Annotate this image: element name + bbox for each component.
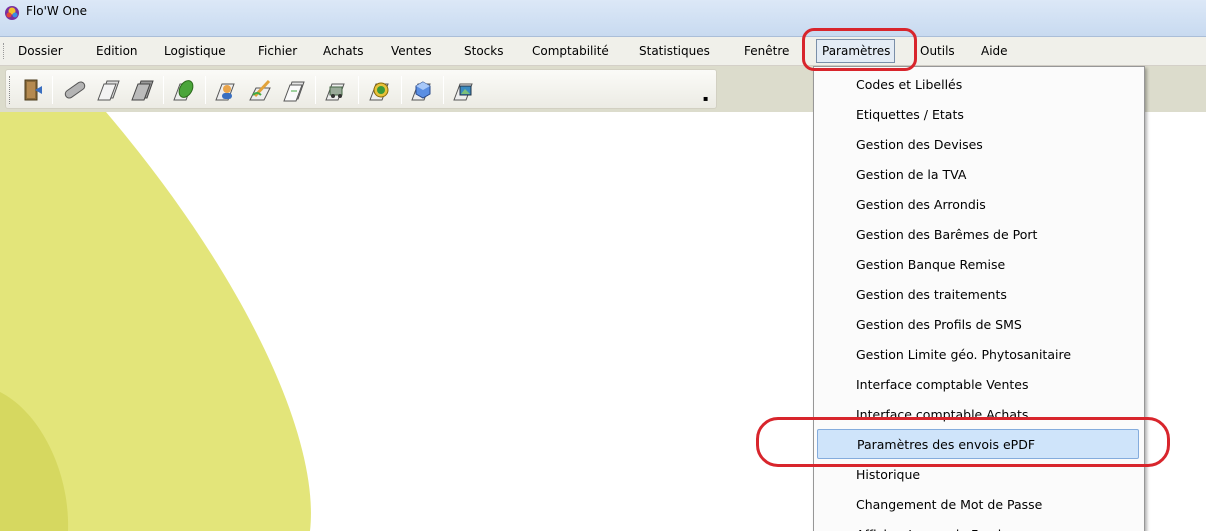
door-exit-icon[interactable] — [18, 75, 48, 105]
menu-item-etiquettes-etats[interactable]: Etiquettes / Etats — [814, 100, 1144, 130]
toolbar-strip: ▪ — [5, 69, 717, 109]
menu-item-interface-achats[interactable]: Interface comptable Achats — [814, 400, 1144, 430]
menu-bar: Dossier Edition Logistique Fichier Achat… — [0, 37, 1206, 66]
menu-item-codes-libelles[interactable]: Codes et Libellés — [814, 70, 1144, 100]
menu-item-gestion-traitements[interactable]: Gestion des traitements — [814, 280, 1144, 310]
menu-logistique[interactable]: Logistique — [164, 44, 226, 58]
toolbar-separator — [205, 76, 206, 104]
stack-sheets-icon[interactable] — [94, 75, 124, 105]
app-logo-icon — [4, 5, 20, 21]
menu-item-gestion-baremes-port[interactable]: Gestion des Barêmes de Port — [814, 220, 1144, 250]
euro-coin-icon[interactable] — [366, 75, 396, 105]
menu-achats[interactable]: Achats — [323, 44, 364, 58]
toolbar-overflow-chevron-icon[interactable]: ▪ — [703, 94, 708, 103]
person-card-icon[interactable] — [212, 75, 242, 105]
toolbar-separator — [315, 76, 316, 104]
menubar-grip[interactable] — [3, 43, 6, 59]
menu-item-interface-ventes[interactable]: Interface comptable Ventes — [814, 370, 1144, 400]
menu-item-afficher-image-fond[interactable]: Afficher Image de Fond — [814, 520, 1144, 531]
menu-item-parametres-envois-epdf[interactable]: Paramètres des envois ePDF — [817, 429, 1139, 459]
title-bar: Flo'W One — [0, 0, 1206, 37]
leaf-icon[interactable] — [170, 75, 200, 105]
menu-item-gestion-profils-sms[interactable]: Gestion des Profils de SMS — [814, 310, 1144, 340]
menu-comptabilite[interactable]: Comptabilité — [532, 44, 609, 58]
stack-sheets-dark-icon[interactable] — [128, 75, 158, 105]
toolbar-separator — [443, 76, 444, 104]
menu-dossier[interactable]: Dossier — [18, 44, 63, 58]
menu-stocks[interactable]: Stocks — [464, 44, 503, 58]
menu-item-changement-mot-de-passe[interactable]: Changement de Mot de Passe — [814, 490, 1144, 520]
menu-statistiques[interactable]: Statistiques — [639, 44, 710, 58]
menu-item-gestion-devises[interactable]: Gestion des Devises — [814, 130, 1144, 160]
menu-outils[interactable]: Outils — [920, 44, 955, 58]
menu-item-limite-phytosanitaire[interactable]: Gestion Limite géo. Phytosanitaire — [814, 340, 1144, 370]
pen-sign-icon[interactable] — [246, 75, 276, 105]
pipe-tube-icon[interactable] — [60, 75, 90, 105]
menu-fenetre[interactable]: Fenêtre — [744, 44, 789, 58]
document-stack-icon[interactable] — [280, 75, 310, 105]
menu-ventes[interactable]: Ventes — [391, 44, 432, 58]
image-view-icon[interactable] — [450, 75, 480, 105]
toolbar-grip[interactable] — [9, 76, 12, 104]
menu-aide[interactable]: Aide — [981, 44, 1008, 58]
toolbar-separator — [358, 76, 359, 104]
delivery-truck-icon[interactable] — [322, 75, 352, 105]
menu-fichier[interactable]: Fichier — [258, 44, 297, 58]
window-title: Flo'W One — [26, 4, 87, 18]
toolbar-separator — [401, 76, 402, 104]
toolbar-separator — [163, 76, 164, 104]
menu-item-gestion-tva[interactable]: Gestion de la TVA — [814, 160, 1144, 190]
toolbar-separator — [52, 76, 53, 104]
menu-parametres[interactable]: Paramètres — [816, 39, 896, 63]
parametres-dropdown-menu: Codes et Libellés Etiquettes / Etats Ges… — [813, 66, 1145, 531]
menu-edition[interactable]: Edition — [96, 44, 138, 58]
menu-item-gestion-banque-remise[interactable]: Gestion Banque Remise — [814, 250, 1144, 280]
menu-item-gestion-arrondis[interactable]: Gestion des Arrondis — [814, 190, 1144, 220]
blue-cube-icon[interactable] — [408, 75, 438, 105]
menu-item-historique[interactable]: Historique — [814, 460, 1144, 490]
